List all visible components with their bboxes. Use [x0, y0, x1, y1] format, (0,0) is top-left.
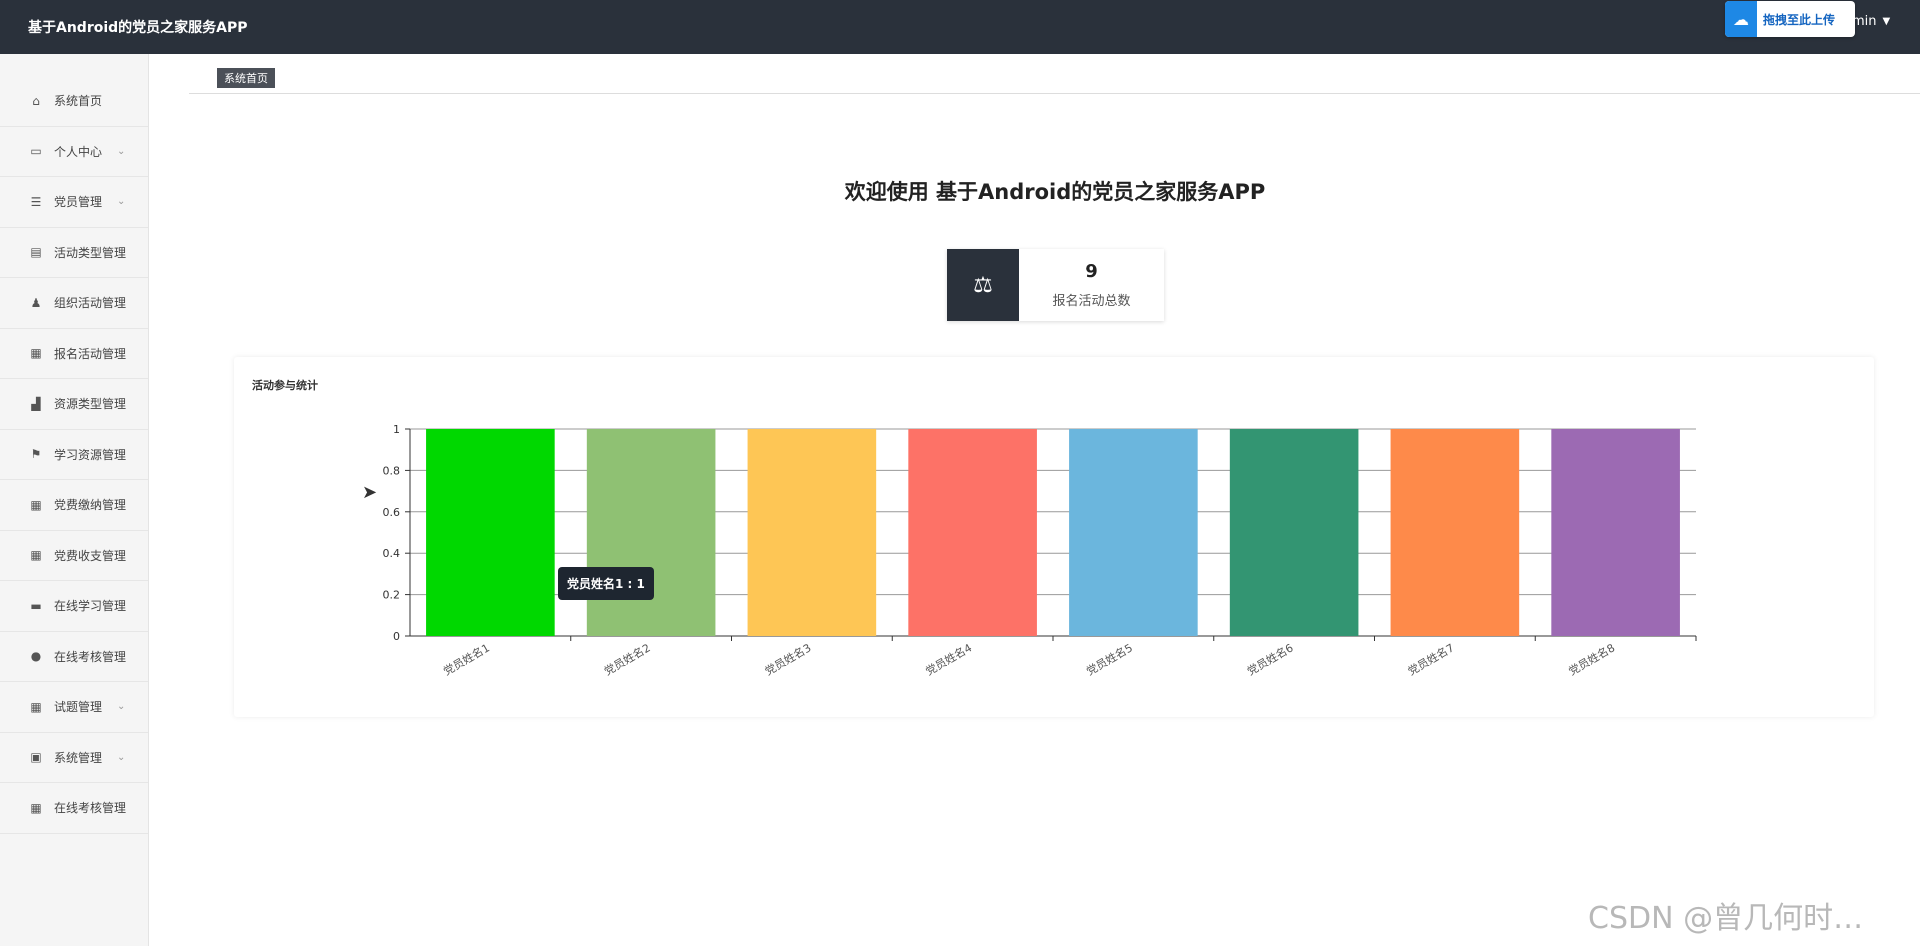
menu-item-icon: ▦ — [30, 497, 42, 512]
x-tick-label: 党员姓名1 — [441, 640, 492, 678]
menu-item-icon: ▭ — [30, 144, 42, 159]
upload-drop-button[interactable]: ☁ 拖拽至此上传 — [1725, 1, 1855, 37]
menu-item-icon: ▬ — [30, 598, 42, 613]
top-bar: 基于Android的党员之家服务APP — [0, 0, 1920, 54]
sidebar-item-label: 个人中心 — [54, 144, 103, 159]
x-tick-label: 党员姓名8 — [1566, 640, 1617, 678]
sidebar-item-label: 学习资源管理 — [54, 447, 127, 462]
sidebar-item-0[interactable]: ⌂ 系统首页 — [0, 76, 148, 127]
sidebar-item-label: 在线考核管理 — [54, 649, 127, 664]
chart-tooltip: 党员姓名1 : 1 — [558, 567, 654, 600]
x-tick-label: 党员姓名3 — [762, 640, 813, 678]
welcome-title: 欢迎使用 基于Android的党员之家服务APP — [844, 180, 1266, 204]
sidebar-item-3[interactable]: ▤ 活动类型管理 — [0, 228, 148, 278]
sidebar-item-label: 报名活动管理 — [54, 346, 127, 361]
x-tick-label: 党员姓名2 — [601, 640, 652, 678]
breadcrumb-home[interactable]: 系统首页 — [217, 68, 275, 88]
sidebar-item-13[interactable]: ▣ 系统管理 ⌄ — [0, 733, 148, 783]
sidebar-item-label: 在线学习管理 — [54, 599, 127, 614]
app-title: 基于Android的党员之家服务APP — [28, 20, 248, 36]
sidebar-item-label: 党费缴纳管理 — [54, 498, 127, 513]
sidebar-item-label: 活动类型管理 — [54, 245, 127, 260]
menu-item-icon: ♟ — [30, 295, 42, 310]
sidebar-item-label: 组织活动管理 — [54, 296, 127, 311]
menu-item-icon: ▦ — [30, 699, 42, 714]
bar-5[interactable] — [1069, 429, 1198, 636]
sidebar-item-12[interactable]: ▦ 试题管理 ⌄ — [0, 682, 148, 733]
y-tick-label: 0.6 — [383, 506, 401, 519]
bar-4[interactable] — [908, 429, 1037, 636]
stat-label: 报名活动总数 — [1052, 294, 1131, 309]
menu-item-icon: ▦ — [30, 346, 42, 361]
x-tick-label: 党员姓名6 — [1244, 640, 1295, 678]
sidebar-item-9[interactable]: ▦ 党费收支管理 — [0, 531, 148, 581]
sidebar-item-label: 系统首页 — [54, 94, 103, 109]
sidebar-item-1[interactable]: ▭ 个人中心 ⌄ — [0, 127, 148, 177]
bar-1[interactable] — [426, 429, 555, 636]
sidebar-item-6[interactable]: ▟ 资源类型管理 — [0, 379, 148, 430]
menu-item-icon: ● — [30, 649, 42, 664]
menu-item-icon: ⌂ — [32, 93, 40, 108]
sidebar-item-4[interactable]: ♟ 组织活动管理 — [0, 278, 148, 329]
bar-2[interactable] — [586, 429, 716, 636]
sidebar-item-14[interactable]: ▦ 在线考核管理 — [0, 783, 148, 834]
mouse-cursor-icon: ➤ — [362, 482, 378, 503]
menu-item-icon: ▤ — [30, 245, 42, 260]
sidebar-item-8[interactable]: ▦ 党费缴纳管理 — [0, 480, 148, 531]
sidebar-item-label: 在线考核管理 — [54, 801, 127, 816]
stat-card: ⚖ 9 报名活动总数 — [947, 249, 1164, 321]
upload-label: 拖拽至此上传 — [1763, 12, 1836, 27]
sidebar-item-7[interactable]: ⚑ 学习资源管理 — [0, 430, 148, 480]
breadcrumb: 系统首页 — [189, 54, 1920, 94]
chevron-down-icon: ⌄ — [117, 145, 126, 157]
y-tick-label: 0.2 — [383, 589, 401, 602]
sidebar-item-label: 资源类型管理 — [54, 397, 127, 412]
sidebar-item-label: 试题管理 — [54, 700, 103, 715]
sidebar-item-label: 系统管理 — [54, 750, 103, 765]
user-menu[interactable]: min ▼ — [1852, 14, 1890, 29]
menu-item-icon: ▣ — [30, 750, 42, 765]
x-tick-label: 党员姓名4 — [923, 640, 974, 678]
stamp-icon: ⚖ — [947, 249, 1019, 321]
menu-item-icon: ▟ — [31, 396, 41, 411]
chevron-down-icon: ⌄ — [117, 751, 126, 763]
y-tick-label: 0 — [393, 630, 400, 643]
sidebar-item-5[interactable]: ▦ 报名活动管理 — [0, 329, 148, 379]
menu-item-icon: ⚑ — [30, 447, 42, 462]
user-name: min — [1852, 14, 1877, 29]
x-tick-label: 党员姓名5 — [1084, 640, 1135, 678]
bar-3[interactable] — [747, 429, 877, 636]
bar-6[interactable] — [1229, 429, 1359, 636]
cloud-icon: ☁ — [1725, 1, 1757, 37]
y-tick-label: 1 — [393, 423, 400, 436]
chevron-down-icon: ⌄ — [117, 701, 126, 713]
y-tick-label: 0.8 — [383, 464, 401, 477]
x-tick-label: 党员姓名7 — [1405, 640, 1456, 678]
bar-8[interactable] — [1551, 429, 1680, 636]
bar-7[interactable] — [1390, 429, 1520, 636]
menu-item-icon: ▦ — [30, 800, 42, 815]
chart-card: 活动参与统计 0 0.2 0.4 0.6 0.8 1 党员姓名1 党员姓名2 党员姓名3 党员姓名… — [234, 357, 1874, 717]
sidebar-item-label: 党费收支管理 — [54, 548, 127, 563]
sidebar-item-10[interactable]: ▬ 在线学习管理 — [0, 581, 148, 632]
menu-item-icon: ▦ — [30, 548, 42, 563]
sidebar-item-11[interactable]: ● 在线考核管理 — [0, 632, 148, 682]
stat-value: 9 — [1085, 261, 1098, 282]
caret-down-icon: ▼ — [1882, 16, 1891, 27]
y-tick-label: 0.4 — [383, 547, 401, 560]
bar-chart: 0 0.2 0.4 0.6 0.8 1 党员姓名1 党员姓名2 党员姓名3 党员姓名4 党员姓名5 党… — [383, 423, 1697, 678]
watermark: CSDN @曾几何时… — [1588, 901, 1864, 936]
